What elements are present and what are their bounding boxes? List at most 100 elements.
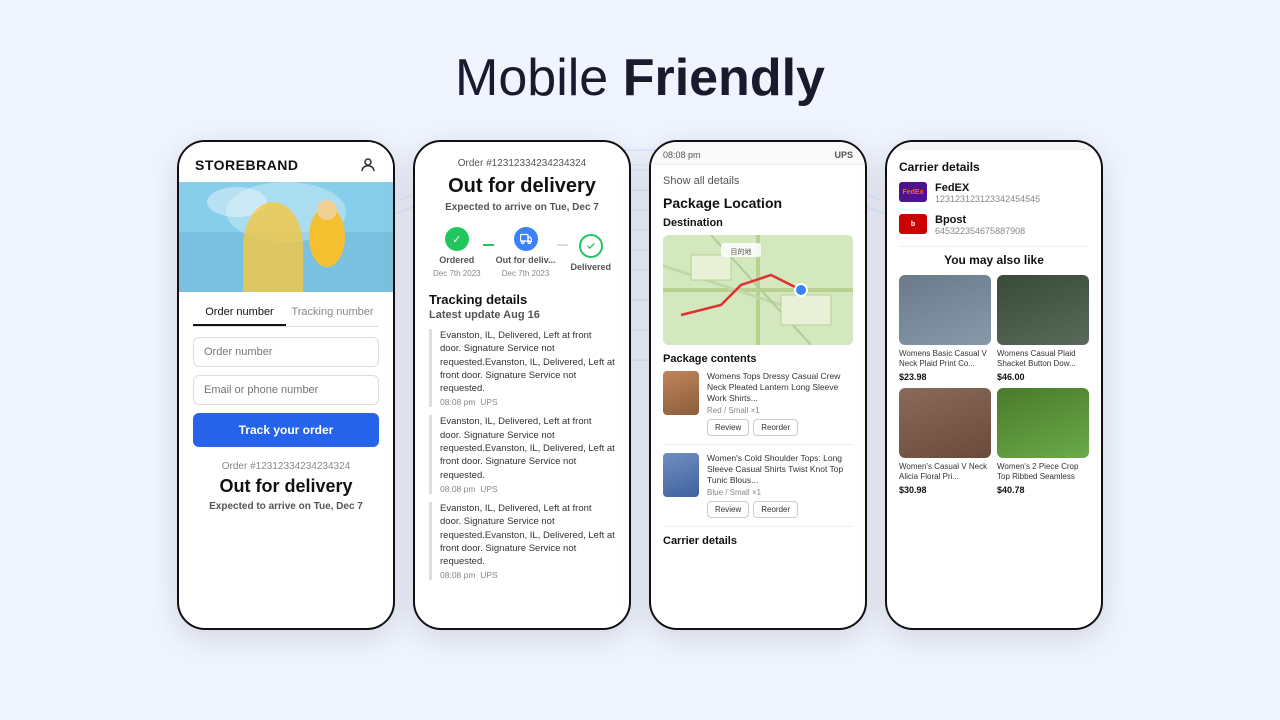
product-4-price: $40.78 [997,485,1089,495]
item-2-review-btn[interactable]: Review [707,501,749,518]
p2-eta: Expected to arrive on Tue, Dec 7 [429,202,615,213]
product-4: Women's 2 Piece Crop Top Ribbed Seamless… [997,388,1089,495]
item-2-image [663,453,699,497]
item-1-buttons: Review Reorder [707,419,853,436]
item-1-name: Womens Tops Dressy Casual Crew Neck Plea… [707,371,853,404]
step-ordered-circle: ✓ [445,227,469,251]
p2-progress: ✓ Ordered Dec 7th 2023 Out for deliv... … [429,227,615,278]
item-1-info: Womens Tops Dressy Casual Crew Neck Plea… [707,371,853,436]
event-3-text: Evanston, IL, Delivered, Left at front d… [440,502,615,568]
product-1-image [899,275,991,345]
destination-label: Destination [663,217,853,229]
product-1: Womens Basic Casual V Neck Plaid Print C… [899,275,991,382]
item-2-buttons: Review Reorder [707,501,853,518]
phone-1: STOREBRAND Order number Tracking number [177,140,395,630]
page-title: Mobile Friendly [0,0,1280,108]
product-4-image [997,388,1089,458]
tracking-event-1: Evanston, IL, Delivered, Left at front d… [429,329,615,407]
contact-input[interactable] [193,375,379,405]
item-2-name: Women's Cold Shoulder Tops: Long Sleeve … [707,453,853,486]
bpost-carrier: b Bpost 645322354675887908 [899,214,1089,236]
p2-status: Out for delivery [429,175,615,198]
fedex-name: FedEX [935,182,1040,194]
p1-header: STOREBRAND [179,142,393,182]
product-1-name: Womens Basic Casual V Neck Plaid Print C… [899,349,991,370]
show-all-details[interactable]: Show all details [663,175,853,187]
event-3-meta: 08:08 pm UPS [440,570,615,580]
bpost-info: Bpost 645322354675887908 [935,214,1025,236]
p1-order-id: Order #12312334234234324 [193,461,379,472]
item-1-variant: Red / Small ×1 [707,406,853,415]
products-grid: Womens Basic Casual V Neck Plaid Print C… [899,275,1089,495]
store-brand: STOREBRAND [195,157,299,173]
p2-order-id: Order #12312334234234324 [429,158,615,169]
order-number-input[interactable] [193,337,379,367]
product-3-price: $30.98 [899,485,991,495]
item-1-review-btn[interactable]: Review [707,419,749,436]
step-delivered: Delivered [570,234,611,272]
latest-update: Latest update Aug 16 [429,309,615,321]
fedex-carrier: FedEx FedEX 123123123123342454545 [899,182,1089,204]
phones-row: STOREBRAND Order number Tracking number [0,108,1280,630]
carrier-details-title: Carrier details [899,160,1089,174]
product-4-name: Women's 2 Piece Crop Top Ribbed Seamless [997,462,1089,483]
step-ordered-date: Dec 7th 2023 [433,269,481,278]
p1-hero-image [179,182,393,292]
bpost-name: Bpost [935,214,1025,226]
step-pending-circle [579,234,603,258]
bpost-tracking: 645322354675887908 [935,226,1025,236]
fedex-tracking: 123123123123342454545 [935,194,1040,204]
phone-4: Carrier details FedEx FedEX 123123123123… [885,140,1103,630]
item-2-reorder-btn[interactable]: Reorder [753,501,798,518]
tab-tracking-number[interactable]: Tracking number [286,306,379,326]
product-2-name: Womens Casual Plaid Shacket Button Dow..… [997,349,1089,370]
p1-eta: Expected to arrive on Tue, Dec 7 [193,501,379,512]
p1-tabs: Order number Tracking number [193,306,379,327]
item-1-image [663,371,699,415]
item-2-info: Women's Cold Shoulder Tops: Long Sleeve … [707,453,853,518]
event-2-text: Evanston, IL, Delivered, Left at front d… [440,415,615,481]
step-active-circle [514,227,538,251]
product-3: Women's Casual V Neck Alicia Floral Pri.… [899,388,991,495]
p2-body: Order #12312334234234324 Out for deliver… [415,142,629,580]
topbar-carrier: UPS [834,150,853,160]
connector-2 [557,244,568,246]
package-map: 目的地 [663,235,853,345]
product-2: Womens Casual Plaid Shacket Button Dow..… [997,275,1089,382]
track-order-button[interactable]: Track your order [193,413,379,447]
package-location-title: Package Location [663,195,853,211]
user-icon[interactable] [359,156,377,174]
event-1-text: Evanston, IL, Delivered, Left at front d… [440,329,615,395]
fedex-logo: FedEx [899,182,927,202]
tab-order-number[interactable]: Order number [193,306,286,326]
svg-text:目的地: 目的地 [731,247,752,256]
tracking-event-2: Evanston, IL, Delivered, Left at front d… [429,415,615,493]
package-contents-label: Package contents [663,353,853,365]
phone-2: Order #12312334234234324 Out for deliver… [413,140,631,630]
recommendations-title: You may also like [899,253,1089,267]
topbar-time: 08:08 pm [663,150,701,160]
product-2-price: $46.00 [997,372,1089,382]
fedex-info: FedEX 123123123123342454545 [935,182,1040,204]
package-item-1: Womens Tops Dressy Casual Crew Neck Plea… [663,371,853,445]
step-active-label: Out for deliv... [496,255,556,265]
product-3-name: Women's Casual V Neck Alicia Floral Pri.… [899,462,991,483]
step-out-for-delivery: Out for deliv... Dec 7th 2023 [496,227,556,278]
product-1-price: $23.98 [899,372,991,382]
step-delivered-label: Delivered [570,262,611,272]
item-2-variant: Blue / Small ×1 [707,488,853,497]
step-ordered-label: Ordered [439,255,474,265]
phone-3: 08:08 pm UPS Show all details Package Lo… [649,140,867,630]
item-1-reorder-btn[interactable]: Reorder [753,419,798,436]
package-item-2: Women's Cold Shoulder Tops: Long Sleeve … [663,453,853,527]
p4-body: Carrier details FedEx FedEX 123123123123… [887,150,1101,495]
event-1-meta: 08:08 pm UPS [440,397,615,407]
p1-status: Out for delivery [193,476,379,497]
step-ordered: ✓ Ordered Dec 7th 2023 [433,227,481,278]
event-2-meta: 08:08 pm UPS [440,484,615,494]
p3-carrier-label: Carrier details [663,535,853,547]
p3-topbar: 08:08 pm UPS [651,142,865,165]
step-active-date: Dec 7th 2023 [502,269,550,278]
bpost-logo: b [899,214,927,234]
tracking-event-3: Evanston, IL, Delivered, Left at front d… [429,502,615,580]
